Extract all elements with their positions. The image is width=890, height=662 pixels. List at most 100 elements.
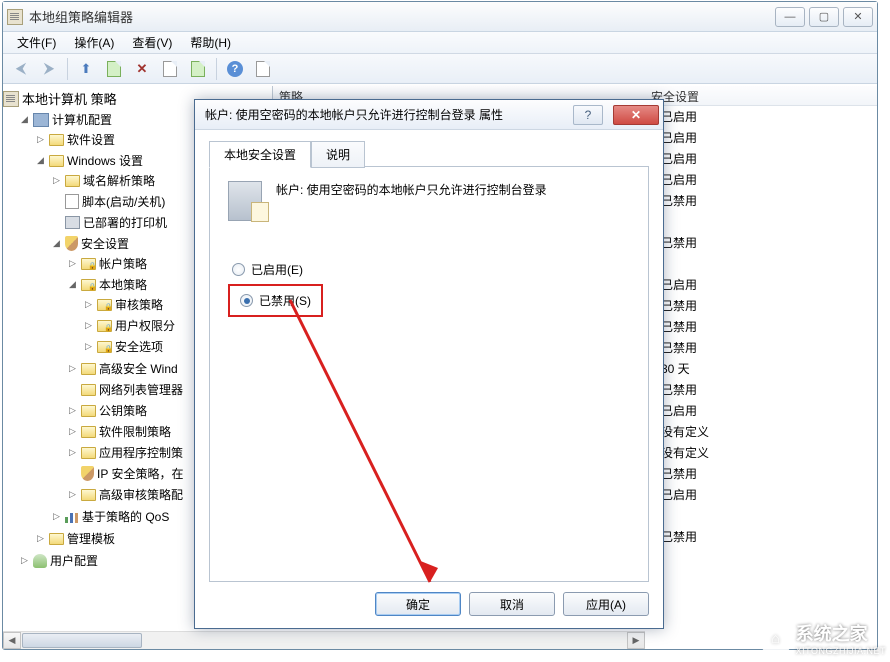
- radio-disabled-label: 已禁用(S): [259, 292, 311, 309]
- radio-enabled-label: 已启用(E): [251, 261, 303, 278]
- security-value: 已启用: [661, 108, 871, 125]
- properties-button[interactable]: [158, 57, 182, 81]
- collapse-icon[interactable]: ◢: [35, 155, 46, 166]
- radio-disabled[interactable]: [240, 294, 253, 307]
- expand-icon[interactable]: ▷: [19, 555, 30, 566]
- watermark-line1: 系统之家: [796, 620, 886, 646]
- radio-enabled[interactable]: [232, 263, 245, 276]
- policy-name: 帐户: 使用空密码的本地帐户只允许进行控制台登录: [276, 181, 547, 198]
- scroll-right-button[interactable]: ▶: [627, 632, 645, 649]
- shield-icon: [65, 236, 78, 251]
- label: 计算机配置: [52, 111, 112, 128]
- horizontal-scrollbar[interactable]: ◀ ▶: [3, 631, 645, 649]
- security-value: 已禁用: [661, 297, 871, 314]
- folder-lock-icon: [81, 279, 96, 291]
- server-icon: [228, 181, 262, 221]
- expand-icon[interactable]: ▷: [67, 363, 78, 374]
- label: 管理模板: [67, 530, 115, 547]
- security-value: 已启用: [661, 276, 871, 293]
- minimize-button[interactable]: —: [775, 7, 805, 27]
- maximize-button[interactable]: ▢: [809, 7, 839, 27]
- expand-icon[interactable]: ▷: [83, 341, 94, 352]
- folder-icon: [81, 384, 96, 396]
- expand-icon[interactable]: ▷: [67, 405, 78, 416]
- label: 高级审核策略配: [99, 486, 183, 503]
- dialog-title: 帐户: 使用空密码的本地帐户只允许进行控制台登录 属性: [205, 106, 565, 123]
- separator: [216, 58, 217, 80]
- expand-icon[interactable]: ▷: [35, 533, 46, 544]
- collapse-icon[interactable]: ◢: [51, 238, 62, 249]
- expand-icon[interactable]: ▷: [67, 489, 78, 500]
- folder-icon: [49, 134, 64, 146]
- label: Windows 设置: [67, 152, 143, 169]
- help-button[interactable]: ?: [223, 57, 247, 81]
- security-value: [661, 255, 871, 272]
- blank: [67, 468, 78, 479]
- radio-enabled-row[interactable]: 已启用(E): [232, 261, 626, 278]
- security-value: 已禁用: [661, 192, 871, 209]
- expand-icon[interactable]: ▷: [67, 447, 78, 458]
- back-button[interactable]: ⮜: [9, 57, 33, 81]
- tab-explain[interactable]: 说明: [311, 141, 365, 168]
- label: 软件设置: [67, 131, 115, 148]
- watermark-line2: XITONGZHIJIA.NET: [796, 646, 886, 656]
- label: 高级安全 Wind: [99, 360, 178, 377]
- radio-disabled-row[interactable]: 已禁用(S): [240, 292, 311, 309]
- scroll-track[interactable]: [143, 632, 627, 649]
- ok-button[interactable]: 确定: [375, 592, 461, 616]
- expand-icon[interactable]: ▷: [83, 299, 94, 310]
- policy-header: 帐户: 使用空密码的本地帐户只允许进行控制台登录: [228, 181, 630, 221]
- watermark: ⌂ 系统之家 XITONGZHIJIA.NET: [762, 620, 886, 656]
- close-window-button[interactable]: ✕: [843, 7, 873, 27]
- security-value: 已禁用: [661, 528, 871, 545]
- filter-button[interactable]: [251, 57, 275, 81]
- folder-icon: [81, 405, 96, 417]
- scroll-thumb[interactable]: [22, 633, 142, 648]
- label: 安全设置: [81, 235, 129, 252]
- label: 公钥策略: [99, 402, 147, 419]
- expand-icon[interactable]: ▷: [51, 511, 62, 522]
- user-icon: [33, 554, 47, 568]
- blank: [67, 384, 78, 395]
- label: 应用程序控制策: [99, 444, 183, 461]
- security-value: 没有定义: [661, 423, 871, 440]
- delete-button[interactable]: ✕: [130, 57, 154, 81]
- cancel-button[interactable]: 取消: [469, 592, 555, 616]
- folder-icon: [81, 363, 96, 375]
- tab-local-security[interactable]: 本地安全设置: [209, 141, 311, 168]
- collapse-icon[interactable]: ◢: [19, 114, 30, 125]
- security-value: 已启用: [661, 150, 871, 167]
- apply-button[interactable]: 应用(A): [563, 592, 649, 616]
- col-security-setting[interactable]: 安全设置: [651, 88, 871, 103]
- refresh-button[interactable]: [186, 57, 210, 81]
- dialog-close-button[interactable]: ✕: [613, 105, 659, 125]
- dialog-tabs: 本地安全设置 说明: [209, 140, 649, 167]
- policy-icon: [3, 91, 19, 107]
- menu-action[interactable]: 操作(A): [66, 32, 122, 53]
- expand-icon[interactable]: ▷: [51, 175, 62, 186]
- dialog-help-button[interactable]: ?: [573, 105, 603, 125]
- security-value: 已启用: [661, 129, 871, 146]
- menu-file[interactable]: 文件(F): [9, 32, 64, 53]
- expand-icon[interactable]: ▷: [35, 134, 46, 145]
- menu-view[interactable]: 查看(V): [124, 32, 180, 53]
- label: 安全选项: [115, 338, 163, 355]
- security-value: 已禁用: [661, 339, 871, 356]
- label: 帐户策略: [99, 255, 147, 272]
- up-button[interactable]: ⬆: [74, 57, 98, 81]
- dialog-titlebar: 帐户: 使用空密码的本地帐户只允许进行控制台登录 属性 ? ✕: [195, 100, 663, 130]
- expand-icon[interactable]: ▷: [67, 258, 78, 269]
- scroll-left-button[interactable]: ◀: [3, 632, 21, 649]
- folder-icon: [65, 175, 80, 187]
- show-hide-tree-button[interactable]: [102, 57, 126, 81]
- menu-help[interactable]: 帮助(H): [182, 32, 239, 53]
- forward-button[interactable]: ⮞: [37, 57, 61, 81]
- collapse-icon[interactable]: ◢: [67, 279, 78, 290]
- label: 用户权限分: [115, 317, 175, 334]
- blank: [51, 217, 62, 228]
- script-icon: [65, 194, 79, 209]
- expand-icon[interactable]: ▷: [83, 320, 94, 331]
- label: 基于策略的 QoS: [82, 508, 169, 525]
- app-icon: [7, 9, 23, 25]
- expand-icon[interactable]: ▷: [67, 426, 78, 437]
